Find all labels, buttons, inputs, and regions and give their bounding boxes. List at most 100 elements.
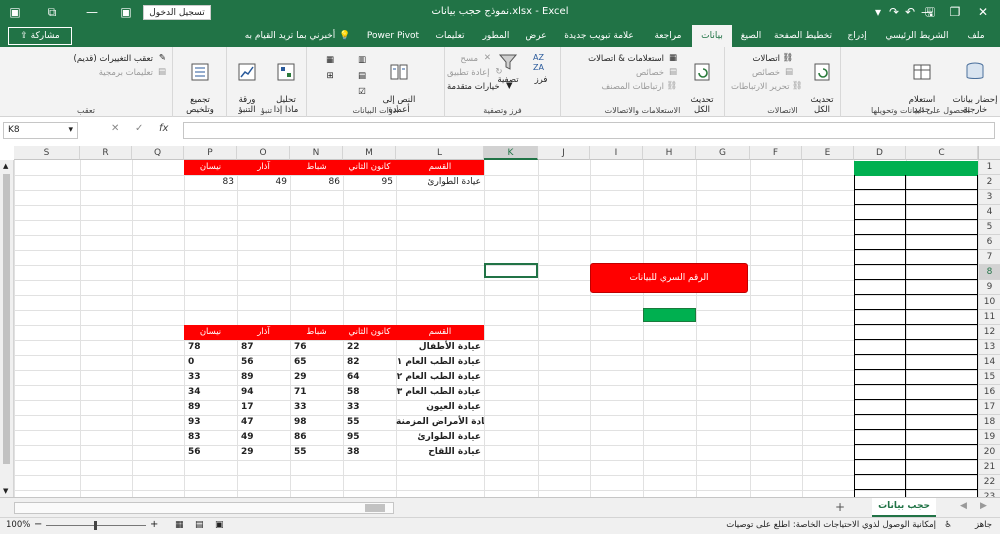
value-cell[interactable]: 56: [237, 355, 290, 370]
bordered-cell-d[interactable]: [854, 490, 906, 497]
column-header-e[interactable]: E: [802, 146, 854, 160]
value-cell[interactable]: 93: [184, 415, 237, 430]
department-name[interactable]: عيادة الطب العام ٣: [396, 385, 484, 400]
value-cell[interactable]: 64: [343, 370, 396, 385]
tab-new[interactable]: علامة تبويب جديدة: [556, 25, 642, 47]
select-all-corner[interactable]: [978, 146, 1000, 160]
name-box[interactable]: K8 ▾: [3, 122, 78, 139]
value-cell[interactable]: 95: [343, 430, 396, 445]
restore-icon[interactable]: ❐: [944, 3, 966, 21]
bordered-cell-d[interactable]: [854, 280, 906, 295]
redo-icon[interactable]: ↷: [886, 4, 902, 20]
bordered-cell-c[interactable]: [906, 265, 978, 280]
selected-cell-k8[interactable]: [484, 263, 538, 278]
column-header-j[interactable]: J: [538, 146, 590, 160]
program-notes-button[interactable]: تعليمات برمجية ▤: [48, 67, 166, 78]
zoom-slider-thumb[interactable]: [94, 521, 97, 530]
bordered-cell-c[interactable]: [906, 175, 978, 190]
department-name[interactable]: عيادة الطب العام ٢: [396, 370, 484, 385]
value-cell[interactable]: 22: [343, 340, 396, 355]
properties-button[interactable]: خصائص ▤: [731, 67, 793, 78]
column-header-f[interactable]: F: [750, 146, 802, 160]
bordered-cell-c[interactable]: [906, 385, 978, 400]
department-name[interactable]: عيادة الأمراض المزمنة: [396, 415, 484, 430]
relationships-icon[interactable]: ⊞: [319, 71, 341, 81]
column-header-g[interactable]: G: [696, 146, 750, 160]
value-cell[interactable]: 58: [343, 385, 396, 400]
row-header-2[interactable]: 2: [978, 175, 1000, 190]
add-sheet-icon[interactable]: +: [835, 500, 845, 514]
tab-review[interactable]: مراجعة: [646, 25, 690, 47]
value-cell[interactable]: 34: [184, 385, 237, 400]
cancel-icon[interactable]: ✕: [111, 123, 119, 134]
value-cell[interactable]: 87: [237, 340, 290, 355]
consolidate-icon[interactable]: ▦: [319, 55, 341, 65]
tab-file[interactable]: ملف: [958, 25, 994, 47]
green-input-cell[interactable]: [643, 308, 696, 322]
connections-button[interactable]: اتصالات ⛓: [731, 53, 793, 64]
value-cell[interactable]: 89: [237, 370, 290, 385]
value-cell[interactable]: 83: [184, 175, 237, 190]
bordered-cell-c[interactable]: [906, 250, 978, 265]
value-cell[interactable]: 83: [184, 430, 237, 445]
value-cell[interactable]: 78: [184, 340, 237, 355]
undo-icon[interactable]: ↶: [902, 4, 918, 20]
scroll-up-icon[interactable]: ▲: [3, 162, 8, 170]
row-header-18[interactable]: 18: [978, 415, 1000, 430]
track-changes-button[interactable]: تعقب التغييرات (قديم) ✎: [48, 53, 167, 64]
zoom-level[interactable]: 100%: [6, 520, 30, 530]
value-cell[interactable]: 71: [290, 385, 343, 400]
page-break-view-icon[interactable]: ▦: [175, 520, 184, 530]
normal-view-icon[interactable]: ▣: [215, 520, 224, 530]
row-header-4[interactable]: 4: [978, 205, 1000, 220]
value-cell[interactable]: 76: [290, 340, 343, 355]
ribbon-options-icon[interactable]: ▣: [118, 4, 134, 20]
scroll-thumb[interactable]: [3, 174, 10, 464]
row-header-23[interactable]: 23: [978, 490, 1000, 497]
bordered-cell-d[interactable]: [854, 475, 906, 490]
ribbon-display-icon[interactable]: ▣: [4, 3, 26, 21]
edit-links-button[interactable]: تحرير الارتباطات ⛓: [731, 81, 803, 92]
column-header-m[interactable]: M: [343, 146, 396, 160]
value-cell[interactable]: 47: [237, 415, 290, 430]
tab-insert[interactable]: إدراج: [838, 25, 876, 47]
row-header-3[interactable]: 3: [978, 190, 1000, 205]
row-header-20[interactable]: 20: [978, 445, 1000, 460]
value-cell[interactable]: 33: [290, 400, 343, 415]
value-cell[interactable]: 49: [237, 430, 290, 445]
column-header-d[interactable]: D: [854, 146, 906, 160]
value-cell[interactable]: 86: [290, 175, 343, 190]
department-name[interactable]: عيادة اللقاح: [396, 445, 484, 460]
bordered-cell-d[interactable]: [854, 340, 906, 355]
sheet-tab-active[interactable]: حجب بيانات: [872, 498, 936, 517]
department-name[interactable]: عيادة الطوارئ: [396, 175, 484, 190]
insert-function-icon[interactable]: fx: [159, 123, 168, 134]
bordered-cell-d[interactable]: [854, 385, 906, 400]
value-cell[interactable]: 33: [184, 370, 237, 385]
customize-qat-icon[interactable]: ▾: [870, 4, 886, 20]
value-cell[interactable]: 65: [290, 355, 343, 370]
zoom-out-icon[interactable]: −: [34, 519, 42, 530]
value-cell[interactable]: 89: [184, 400, 237, 415]
data-validation-icon[interactable]: ☑: [351, 87, 373, 97]
prev-sheet-icon[interactable]: ◀: [960, 501, 967, 511]
save-icon[interactable]: 🖫: [922, 4, 938, 20]
row-header-9[interactable]: 9: [978, 280, 1000, 295]
value-cell[interactable]: 0: [184, 355, 237, 370]
bordered-cell-d[interactable]: [854, 460, 906, 475]
row-header-15[interactable]: 15: [978, 370, 1000, 385]
properties2-button[interactable]: خصائص ▤: [567, 67, 677, 78]
bordered-cell-c[interactable]: [906, 430, 978, 445]
column-header-k[interactable]: K: [484, 146, 538, 160]
bordered-cell-d[interactable]: [854, 235, 906, 250]
secret-number-button[interactable]: الرقم السري للبيانات: [590, 263, 748, 293]
row-header-11[interactable]: 11: [978, 310, 1000, 325]
bordered-cell-d[interactable]: [854, 370, 906, 385]
row-header-16[interactable]: 16: [978, 385, 1000, 400]
row-header-10[interactable]: 10: [978, 295, 1000, 310]
value-cell[interactable]: 33: [343, 400, 396, 415]
bordered-cell-c[interactable]: [906, 205, 978, 220]
bordered-cell-d[interactable]: [854, 415, 906, 430]
bordered-cell-d[interactable]: [854, 250, 906, 265]
column-header-r[interactable]: R: [80, 146, 132, 160]
